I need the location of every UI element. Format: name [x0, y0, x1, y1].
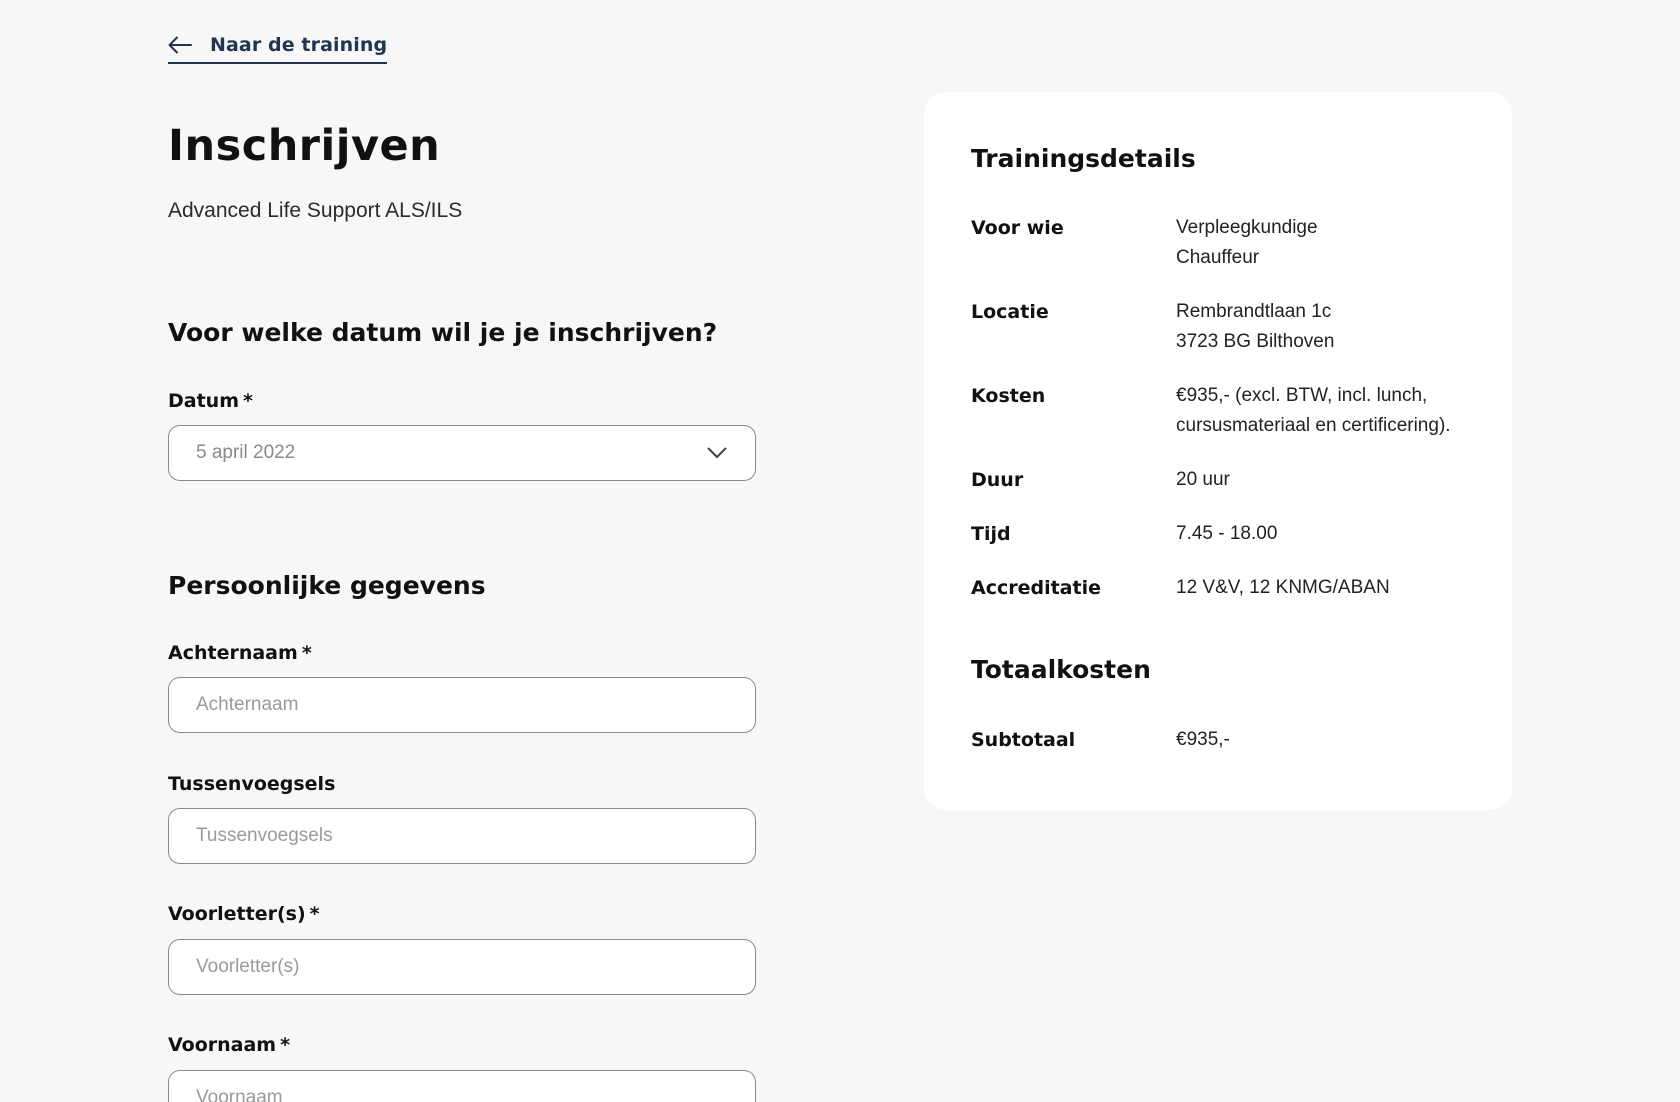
detail-key: Accreditatie	[971, 577, 1101, 599]
page-title: Inschrijven	[168, 121, 441, 171]
detail-key: Locatie	[971, 301, 1049, 323]
detail-row-audience: Voor wie Verpleegkundige Chauffeur	[971, 213, 1471, 273]
infix-input[interactable]	[168, 808, 756, 864]
detail-row-accreditation: Accreditatie 12 V&V, 12 KNMG/ABAN	[971, 573, 1471, 603]
arrow-left-icon	[168, 36, 192, 54]
detail-value-line: Verpleegkundige	[1176, 217, 1318, 238]
detail-value-line: 12 V&V, 12 KNMG/ABAN	[1176, 577, 1390, 598]
date-field-label: Datum *	[168, 390, 253, 412]
lastname-field-label: Achternaam *	[168, 642, 312, 664]
firstname-field-label: Voornaam *	[168, 1034, 290, 1056]
detail-key: Tijd	[971, 523, 1011, 545]
detail-row-time: Tijd 7.45 - 18.00	[971, 519, 1471, 549]
back-to-training-link[interactable]: Naar de training	[168, 34, 388, 64]
page-subtitle: Advanced Life Support ALS/ILS	[168, 199, 463, 222]
detail-value-line: Chauffeur	[1176, 247, 1260, 268]
detail-value: Rembrandtlaan 1c 3723 BG Bilthoven	[1176, 297, 1334, 357]
date-select[interactable]: 5 april 2022	[168, 425, 756, 481]
detail-key: Duur	[971, 469, 1024, 491]
back-link-label: Naar de training	[210, 34, 388, 56]
detail-value-line: 3723 BG Bilthoven	[1176, 331, 1335, 352]
detail-row-duration: Duur 20 uur	[971, 465, 1471, 495]
subtotal-value: €935,-	[1176, 729, 1230, 750]
firstname-input[interactable]	[168, 1070, 756, 1102]
chevron-down-icon	[707, 444, 727, 463]
detail-value: 12 V&V, 12 KNMG/ABAN	[1176, 573, 1390, 603]
subtotal-label: Subtotaal	[971, 729, 1076, 751]
detail-value-line: 7.45 - 18.00	[1176, 523, 1278, 544]
date-section-title: Voor welke datum wil je je inschrijven?	[168, 318, 718, 347]
lastname-input[interactable]	[168, 677, 756, 733]
detail-value: 20 uur	[1176, 465, 1230, 495]
detail-value: 7.45 - 18.00	[1176, 519, 1277, 549]
initials-label-text: Voorletter(s)	[168, 903, 306, 925]
detail-key: Kosten	[971, 385, 1046, 407]
detail-value-line: €935,- (excl. BTW, incl. lunch,	[1176, 385, 1428, 406]
registration-page: Naar de training Inschrijven Advanced Li…	[0, 0, 1680, 1102]
total-costs-title: Totaalkosten	[971, 655, 1151, 684]
infix-label-text: Tussenvoegsels	[168, 773, 336, 795]
infix-field-label: Tussenvoegsels	[168, 773, 335, 795]
required-marker: *	[243, 390, 253, 412]
training-details-title: Trainingsdetails	[971, 144, 1196, 173]
date-label-text: Datum	[168, 390, 239, 412]
detail-row-costs: Kosten €935,- (excl. BTW, incl. lunch, c…	[971, 381, 1471, 441]
lastname-label-text: Achternaam	[168, 642, 298, 664]
detail-row-subtotal: Subtotaal €935,-	[971, 725, 1471, 755]
training-details-card: Trainingsdetails Voor wie Verpleegkundig…	[924, 92, 1512, 810]
detail-key: Voor wie	[971, 217, 1064, 239]
detail-value-line: cursusmateriaal en certificering).	[1176, 415, 1451, 436]
date-select-value: 5 april 2022	[196, 442, 296, 463]
firstname-label-text: Voornaam	[168, 1034, 277, 1056]
detail-value: €935,- (excl. BTW, incl. lunch, cursusma…	[1176, 381, 1451, 441]
detail-value: Verpleegkundige Chauffeur	[1176, 213, 1318, 273]
required-marker: *	[309, 903, 320, 925]
personal-section-title: Persoonlijke gegevens	[168, 571, 486, 600]
initials-field-label: Voorletter(s) *	[168, 903, 320, 925]
detail-value-line: 20 uur	[1176, 469, 1230, 490]
required-marker: *	[280, 1034, 291, 1056]
detail-row-location: Locatie Rembrandtlaan 1c 3723 BG Bilthov…	[971, 297, 1471, 357]
required-marker: *	[301, 642, 312, 664]
initials-input[interactable]	[168, 939, 756, 995]
detail-value-line: Rembrandtlaan 1c	[1176, 301, 1332, 322]
